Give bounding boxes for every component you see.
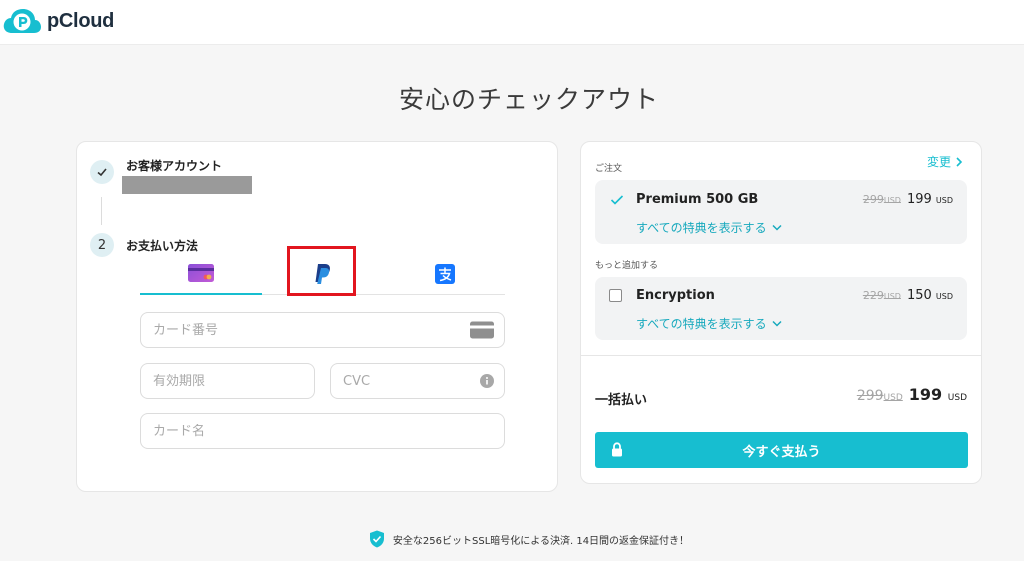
addon-item-price: 229USD 150 USD — [863, 288, 953, 303]
total-label: 一括払い — [595, 393, 648, 408]
shield-check-icon — [369, 530, 384, 548]
total-old-price: 299USD — [856, 388, 903, 404]
expiry-field[interactable] — [140, 363, 315, 399]
cvc-input[interactable] — [343, 373, 492, 389]
chevron-down-icon — [772, 320, 782, 327]
show-benefits-label: すべての特典を表示する — [636, 221, 767, 235]
change-order-link[interactable]: 変更 — [927, 153, 963, 170]
order-item-old-price: 299USD — [862, 193, 901, 206]
order-item-name: Premium 500 GB — [636, 192, 759, 207]
chevron-down-icon — [772, 224, 782, 231]
card-name-field[interactable] — [140, 413, 505, 449]
credit-card-icon — [188, 263, 214, 282]
total-price: 299USD 199 USD — [857, 385, 967, 404]
pay-now-label: 今すぐ支払う — [742, 444, 821, 460]
card-name-input[interactable] — [153, 423, 492, 439]
order-item-new-price: 199 USD — [906, 192, 953, 207]
tab-alipay[interactable] — [384, 252, 506, 295]
cvc-field[interactable] — [330, 363, 505, 399]
summary-divider — [581, 355, 981, 356]
lock-icon — [611, 442, 623, 457]
card-icon — [470, 321, 494, 339]
paypal-highlight-box — [287, 246, 356, 296]
chevron-right-icon — [956, 156, 963, 167]
redacted-account-email — [122, 176, 252, 194]
addon-item-old-price: 229USD — [862, 289, 901, 302]
addon-item-name: Encryption — [636, 288, 715, 303]
security-footer: 安全な256ビットSSL暗号化による決済. 14日間の返金保証付き！ — [0, 530, 1024, 548]
addon-item-encryption: Encryption 229USD 150 USD すべての特典を表示する — [595, 277, 967, 340]
order-item-price: 299USD 199 USD — [863, 192, 953, 207]
addon-item-new-price: 150 USD — [906, 288, 953, 303]
show-benefits-link[interactable]: すべての特典を表示する — [636, 315, 782, 332]
pcloud-logo-icon — [3, 9, 41, 33]
expiry-input[interactable] — [153, 373, 302, 389]
encryption-checkbox[interactable] — [609, 289, 622, 302]
page-title: 安心のチェックアウト — [398, 85, 659, 114]
top-bar: pCloud — [0, 0, 1024, 45]
check-icon — [610, 195, 624, 205]
card-number-input[interactable] — [153, 322, 492, 338]
order-section-label: ご注文 — [595, 164, 623, 174]
show-benefits-link[interactable]: すべての特典を表示する — [636, 219, 782, 236]
alipay-icon — [435, 263, 455, 284]
pay-now-button[interactable]: 今すぐ支払う — [595, 432, 968, 468]
step-account-label: お客様アカウント — [126, 159, 223, 173]
step-account-done — [90, 160, 114, 184]
pcloud-logo[interactable]: pCloud — [2, 6, 114, 36]
show-benefits-label: すべての特典を表示する — [636, 317, 767, 331]
order-item-premium: Premium 500 GB 299USD 199 USD すべての特典を表示す… — [595, 180, 967, 244]
tab-credit-card[interactable] — [140, 252, 262, 295]
step-payment-number: 2 — [90, 233, 114, 257]
step-connector — [101, 197, 102, 225]
card-number-field[interactable] — [140, 312, 505, 348]
info-icon[interactable] — [480, 374, 494, 388]
check-icon — [97, 168, 107, 177]
security-footer-text: 安全な256ビットSSL暗号化による決済. 14日間の返金保証付き！ — [392, 535, 690, 547]
logo-text: pCloud — [47, 9, 115, 32]
change-label: 変更 — [927, 155, 952, 169]
addons-section-label: もっと追加する — [595, 261, 659, 271]
total-new-price: 199 USD — [908, 385, 967, 404]
